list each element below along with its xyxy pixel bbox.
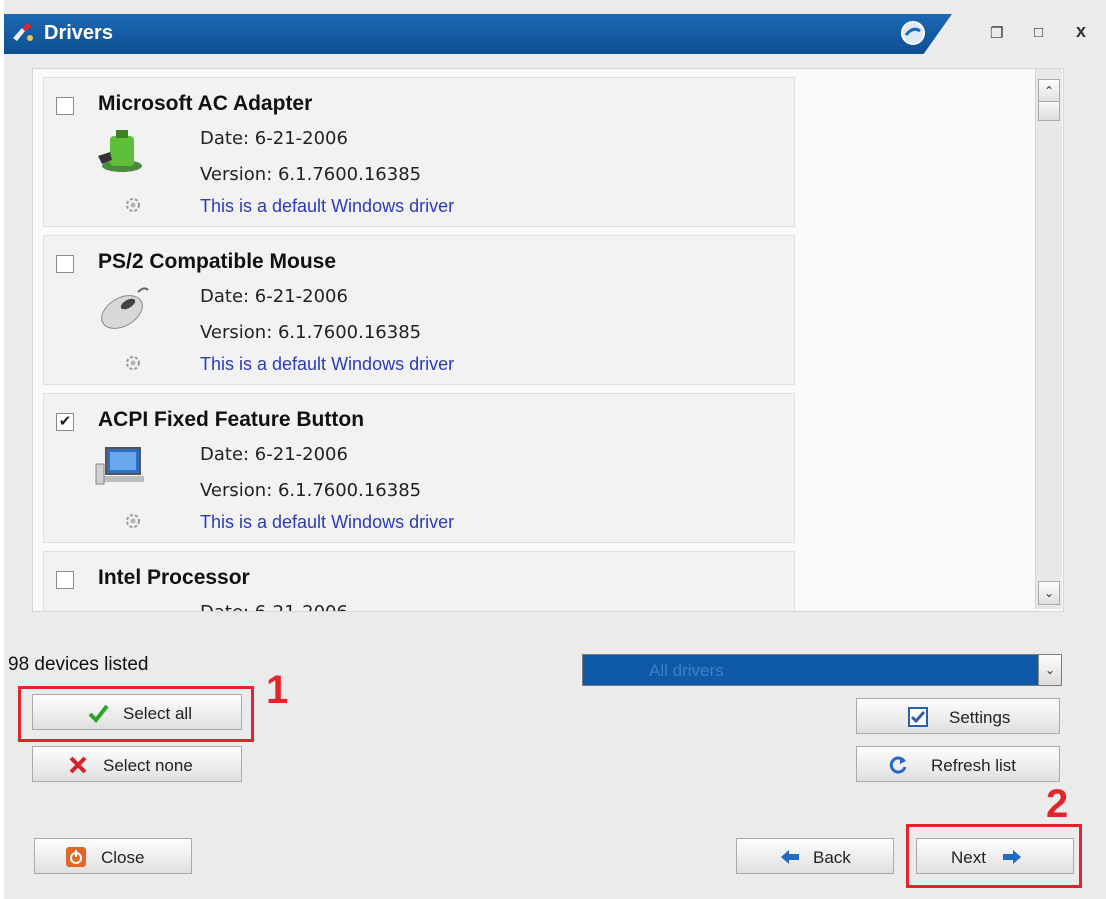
settings-label: Settings <box>949 708 1011 727</box>
select-all-button[interactable]: Select all <box>32 694 242 730</box>
driver-item[interactable]: ✔ ACPI Fixed Feature Button Date: 6-21-2… <box>43 393 795 543</box>
driver-item[interactable]: PS/2 Compatible Mouse Date: 6-21-2006 Ve… <box>43 235 795 385</box>
driver-checkbox[interactable] <box>56 97 74 115</box>
mouse-icon <box>101 287 149 329</box>
refresh-list-label: Refresh list <box>931 756 1017 775</box>
driver-default-note: This is a default Windows driver <box>200 196 455 216</box>
window-title: Drivers <box>44 22 113 44</box>
driver-checkbox[interactable] <box>56 571 74 589</box>
drivers-window: Drivers ❐ □ x Microsoft AC Adapter Date:… <box>4 0 1106 899</box>
driver-date: Date: 6-21-2006 <box>200 444 348 465</box>
device-count: 98 devices listed <box>8 654 149 675</box>
select-none-button[interactable]: Select none <box>32 746 242 782</box>
computer-monitor-icon <box>95 447 144 485</box>
driver-date: Date: 6-21-2006 <box>200 602 348 611</box>
next-label: Next <box>951 848 986 867</box>
close-label: Close <box>101 848 145 867</box>
driver-name: ACPI Fixed Feature Button <box>98 408 365 431</box>
chevron-down-icon[interactable]: ⌄ <box>1038 655 1061 685</box>
filter-selected-value: All drivers <box>649 661 724 680</box>
next-button[interactable]: Next <box>916 838 1074 874</box>
arrow-right-icon <box>1003 850 1021 864</box>
battery-adapter-icon <box>98 130 142 172</box>
close-button[interactable]: Close <box>34 838 192 874</box>
driver-checkbox[interactable] <box>56 255 74 273</box>
driver-filter-select[interactable]: All drivers ⌄ <box>582 654 1062 686</box>
refresh-list-button[interactable]: Refresh list <box>856 746 1060 782</box>
scroll-down-button[interactable]: ⌄ <box>1038 581 1060 605</box>
title-bar-background <box>4 14 952 54</box>
gear-icon <box>126 514 140 528</box>
driver-version: Version: 6.1.7600.16385 <box>200 480 422 501</box>
processor-icon <box>94 610 150 612</box>
driver-default-note: This is a default Windows driver <box>200 354 455 374</box>
list-scrollbar[interactable]: ⌃ ⌄ <box>1035 69 1062 609</box>
driver-checkbox[interactable]: ✔ <box>56 413 74 431</box>
scroll-thumb[interactable] <box>1038 101 1060 121</box>
driver-name: PS/2 Compatible Mouse <box>98 250 337 273</box>
close-window-button[interactable]: x <box>1076 21 1086 42</box>
arrow-left-icon <box>781 850 799 864</box>
driver-name: Intel Processor <box>98 566 250 589</box>
driver-default-note: This is a default Windows driver <box>200 512 455 532</box>
gear-icon <box>126 356 140 370</box>
scroll-up-button[interactable]: ⌃ <box>1038 79 1060 103</box>
restore-button[interactable]: ❐ <box>990 24 1003 42</box>
checkmark-icon <box>88 704 109 724</box>
refresh-icon <box>889 756 907 774</box>
driver-date: Date: 6-21-2006 <box>200 128 348 149</box>
gear-icon <box>126 198 140 212</box>
driver-item[interactable]: Microsoft AC Adapter Date: 6-21-2006 Ver… <box>43 77 795 227</box>
app-logo-icon <box>13 23 33 41</box>
power-icon <box>66 847 86 867</box>
driver-name: Microsoft AC Adapter <box>98 92 313 115</box>
select-all-label: Select all <box>123 704 192 723</box>
x-mark-icon <box>69 756 87 774</box>
select-none-label: Select none <box>103 756 193 775</box>
driver-item[interactable]: Intel Processor Date: 6-21-2006 <box>43 551 795 612</box>
step1-label: 1 <box>266 668 289 712</box>
driver-version: Version: 6.1.7600.16385 <box>200 322 422 343</box>
help-orb-icon[interactable] <box>900 20 926 46</box>
back-button[interactable]: Back <box>736 838 894 874</box>
checkbox-icon <box>908 707 928 727</box>
step2-label: 2 <box>1046 782 1069 826</box>
back-label: Back <box>813 848 851 867</box>
driver-list[interactable]: Microsoft AC Adapter Date: 6-21-2006 Ver… <box>32 68 1064 612</box>
driver-version: Version: 6.1.7600.16385 <box>200 164 422 185</box>
driver-date: Date: 6-21-2006 <box>200 286 348 307</box>
maximize-button[interactable]: □ <box>1034 24 1043 41</box>
title-bar: Drivers ❐ □ x <box>4 8 1106 54</box>
settings-button[interactable]: Settings <box>856 698 1060 734</box>
